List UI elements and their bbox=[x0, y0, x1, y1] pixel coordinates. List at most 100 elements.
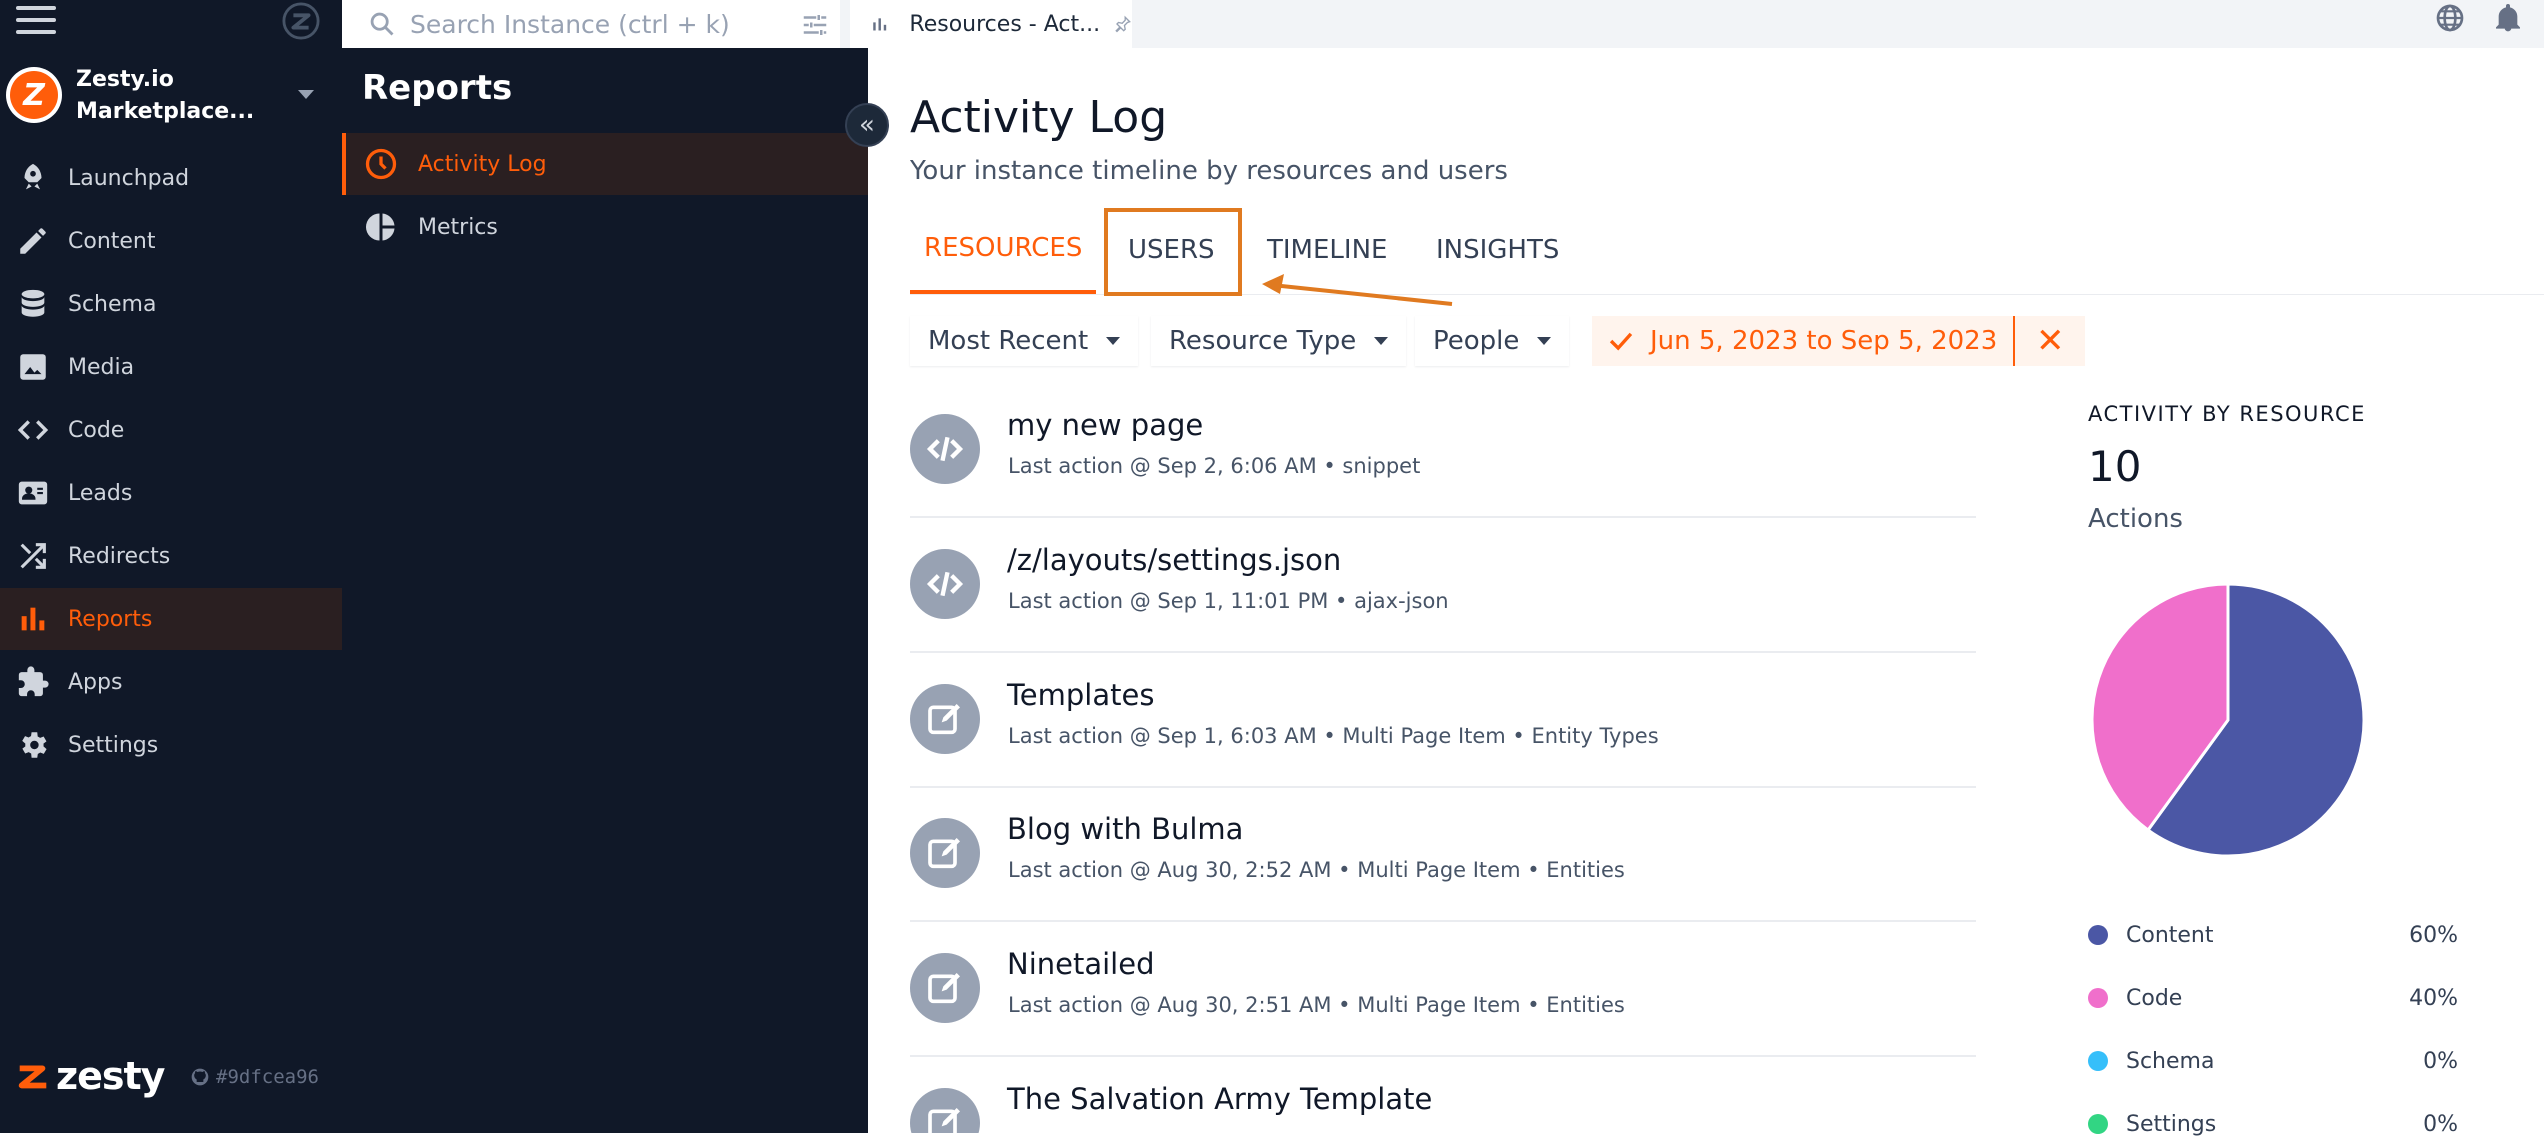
stats-count: 10 bbox=[2088, 442, 2142, 491]
search-input[interactable]: Search Instance (ctrl + k) bbox=[410, 10, 730, 39]
legend-item-schema: Schema 0% bbox=[2088, 1041, 2458, 1081]
row-title[interactable]: The Salvation Army Template bbox=[1007, 1082, 1432, 1116]
double-chevron-left-icon: « bbox=[859, 110, 875, 140]
menu-icon[interactable] bbox=[16, 6, 56, 38]
code-icon bbox=[910, 549, 980, 619]
nav-item-label: Launchpad bbox=[68, 165, 190, 191]
pin-icon[interactable] bbox=[1114, 12, 1132, 36]
legend-pct: 0% bbox=[2423, 1048, 2458, 1074]
code-icon bbox=[910, 414, 980, 484]
legend-label: Code bbox=[2126, 985, 2183, 1011]
row-meta: Last action @ Aug 30, 2:52 AM • Multi Pa… bbox=[1008, 858, 1625, 882]
search-icon bbox=[370, 12, 394, 36]
row-title[interactable]: my new page bbox=[1007, 408, 1203, 442]
row-meta: Last action @ Sep 1, 6:03 AM • Multi Pag… bbox=[1008, 724, 1659, 748]
build-hash[interactable]: #9dfcea96 bbox=[190, 1066, 319, 1088]
instance-name[interactable]: Zesty.io Marketplace... bbox=[76, 64, 254, 128]
pie-chart-icon bbox=[362, 208, 400, 246]
list-item[interactable]: /z/layouts/settings.json Last action @ S… bbox=[910, 519, 1976, 653]
legend-label: Content bbox=[2126, 922, 2214, 948]
list-item[interactable]: The Salvation Army Template bbox=[910, 1058, 1976, 1133]
list-item[interactable]: Templates Last action @ Sep 1, 6:03 AM •… bbox=[910, 654, 1976, 788]
row-title[interactable]: Ninetailed bbox=[1007, 947, 1154, 981]
row-title[interactable]: Blog with Bulma bbox=[1007, 812, 1243, 846]
instance-dropdown-icon[interactable] bbox=[298, 90, 314, 99]
collapse-panel-button[interactable]: « bbox=[845, 103, 889, 147]
sort-value: Most Recent bbox=[928, 326, 1089, 356]
legend-pct: 40% bbox=[2409, 985, 2458, 1011]
legend-item-content: Content 60% bbox=[2088, 915, 2458, 955]
sort-select[interactable]: Most Recent bbox=[910, 316, 1139, 366]
brand-wordmark: zesty bbox=[56, 1054, 165, 1098]
globe-icon[interactable] bbox=[2434, 2, 2466, 34]
list-item[interactable]: my new page Last action @ Sep 2, 6:06 AM… bbox=[910, 384, 1976, 518]
list-item[interactable]: Blog with Bulma Last action @ Aug 30, 2:… bbox=[910, 788, 1976, 922]
nav-item-code[interactable]: Code bbox=[0, 399, 342, 461]
tab-resources[interactable]: RESOURCES bbox=[910, 206, 1097, 294]
filter-settings-icon[interactable] bbox=[800, 10, 830, 40]
nav-item-label: Settings bbox=[68, 732, 159, 758]
people-value: People bbox=[1433, 326, 1520, 356]
nav-item-apps[interactable]: Apps bbox=[0, 651, 342, 713]
nav-item-redirects[interactable]: Redirects bbox=[0, 525, 342, 587]
edit-icon bbox=[910, 818, 980, 888]
zesty-logo-icon bbox=[282, 2, 320, 40]
chevron-down-icon bbox=[1537, 337, 1552, 345]
zesty-logo-icon bbox=[18, 1065, 47, 1089]
image-icon bbox=[14, 348, 52, 386]
clear-date-icon[interactable]: ✕ bbox=[2015, 316, 2085, 366]
chevron-down-icon bbox=[1374, 337, 1389, 345]
legend-pct: 60% bbox=[2409, 922, 2458, 948]
date-range-filter[interactable]: Jun 5, 2023 to Sep 5, 2023 ✕ bbox=[1592, 316, 2086, 366]
bar-chart-icon bbox=[14, 600, 52, 638]
nav-item-launchpad[interactable]: Launchpad bbox=[0, 147, 342, 209]
contact-card-icon bbox=[14, 474, 52, 512]
chevron-down-icon bbox=[1106, 337, 1121, 345]
gear-icon bbox=[14, 726, 52, 764]
page-subtitle: Your instance timeline by resources and … bbox=[910, 156, 1508, 186]
row-title[interactable]: Templates bbox=[1007, 678, 1154, 712]
annotation-arrow bbox=[1262, 274, 1453, 306]
shuffle-icon bbox=[14, 537, 52, 575]
row-meta: Last action @ Sep 1, 11:01 PM • ajax-jso… bbox=[1008, 589, 1449, 613]
nav-item-reports[interactable]: Reports bbox=[0, 588, 342, 650]
nav-item-label: Schema bbox=[68, 291, 157, 317]
tab-label: Resources - Act... bbox=[909, 11, 1101, 37]
legend-dot bbox=[2088, 1114, 2108, 1134]
subnav-item-label: Activity Log bbox=[418, 151, 547, 177]
edit-icon bbox=[910, 1088, 980, 1133]
bell-icon[interactable] bbox=[2492, 2, 2524, 34]
people-select[interactable]: People bbox=[1415, 316, 1570, 366]
instance-search[interactable]: Search Instance (ctrl + k) bbox=[342, 0, 840, 48]
nav-item-settings[interactable]: Settings bbox=[0, 714, 342, 776]
subnav-item-activity-log[interactable]: Activity Log bbox=[342, 133, 868, 195]
nav-item-label: Content bbox=[68, 228, 156, 254]
legend-item-settings: Settings 0% bbox=[2088, 1104, 2458, 1144]
legend-dot bbox=[2088, 988, 2108, 1008]
stats-unit: Actions bbox=[2088, 504, 2183, 534]
nav-item-label: Leads bbox=[68, 480, 133, 506]
row-title[interactable]: /z/layouts/settings.json bbox=[1007, 543, 1341, 577]
instance-avatar[interactable]: Z bbox=[6, 67, 62, 123]
list-item[interactable]: Ninetailed Last action @ Aug 30, 2:51 AM… bbox=[910, 923, 1976, 1057]
legend-item-code: Code 40% bbox=[2088, 978, 2458, 1018]
nav-item-leads[interactable]: Leads bbox=[0, 462, 342, 524]
database-icon bbox=[14, 285, 52, 323]
page-title: Activity Log bbox=[910, 92, 1168, 143]
subnav-item-label: Metrics bbox=[418, 214, 498, 240]
tab-resources-activity[interactable]: Resources - Act... bbox=[850, 0, 1132, 48]
rocket-icon bbox=[14, 159, 52, 197]
activity-pie-chart bbox=[2090, 582, 2366, 858]
subnav-item-metrics[interactable]: Metrics bbox=[342, 196, 868, 258]
nav-item-media[interactable]: Media bbox=[0, 336, 342, 398]
nav-item-label: Media bbox=[68, 354, 135, 380]
row-meta: Last action @ Aug 30, 2:51 AM • Multi Pa… bbox=[1008, 993, 1625, 1017]
build-hash-text: #9dfcea96 bbox=[216, 1066, 319, 1088]
nav-item-content[interactable]: Content bbox=[0, 210, 342, 272]
edit-icon bbox=[910, 684, 980, 754]
nav-item-label: Reports bbox=[68, 606, 153, 632]
nav-item-schema[interactable]: Schema bbox=[0, 273, 342, 335]
panel-title: Reports bbox=[362, 68, 513, 108]
legend-label: Schema bbox=[2126, 1048, 2215, 1074]
resource-type-select[interactable]: Resource Type bbox=[1151, 316, 1407, 366]
